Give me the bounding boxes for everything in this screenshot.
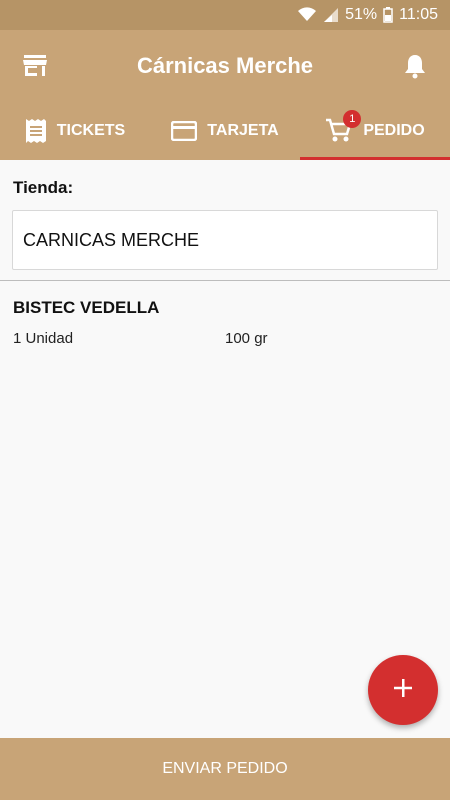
tab-pedido-label: PEDIDO <box>363 122 425 139</box>
item-weight: 100 gr <box>225 330 268 347</box>
plus-icon <box>392 677 414 704</box>
order-content: Tienda: CARNICAS MERCHE BISTEC VEDELLA 1… <box>0 160 450 738</box>
store-field[interactable]: CARNICAS MERCHE <box>12 210 438 270</box>
wifi-icon <box>297 7 317 23</box>
tab-tickets-label: TICKETS <box>56 122 126 139</box>
receipt-icon <box>25 118 47 144</box>
tab-pedido[interactable]: 1 PEDIDO <box>300 102 450 160</box>
card-icon <box>171 121 198 141</box>
order-item[interactable]: BISTEC VEDELLA 1 Unidad 100 gr <box>13 298 433 347</box>
divider <box>0 280 450 281</box>
app-bar: Cárnicas Merche <box>0 30 450 102</box>
cart-icon: 1 <box>325 110 362 144</box>
store-label: Tienda: <box>13 178 74 197</box>
tab-tickets[interactable]: TICKETS <box>0 102 150 160</box>
item-name: BISTEC VEDELLA <box>13 298 160 317</box>
tab-bar: TICKETS TARJETA 1 PEDIDO <box>0 102 450 160</box>
signal-icon <box>323 7 339 23</box>
battery-icon <box>383 7 393 23</box>
clock: 11:05 <box>399 6 438 23</box>
app-title: Cárnicas Merche <box>136 53 314 78</box>
bell-icon[interactable] <box>398 49 432 83</box>
item-details: 1 Unidad 100 gr <box>13 330 433 347</box>
battery-percent: 51% <box>345 6 378 23</box>
item-quantity: 1 Unidad <box>13 330 74 347</box>
store-icon[interactable] <box>18 49 52 83</box>
tab-tarjeta[interactable]: TARJETA <box>150 102 300 160</box>
status-bar: 51% 11:05 <box>0 0 450 30</box>
add-item-button[interactable] <box>368 655 438 725</box>
send-order-button[interactable]: ENVIAR PEDIDO <box>0 738 450 800</box>
tab-tarjeta-label: TARJETA <box>207 122 279 139</box>
cart-badge: 1 <box>343 110 362 128</box>
